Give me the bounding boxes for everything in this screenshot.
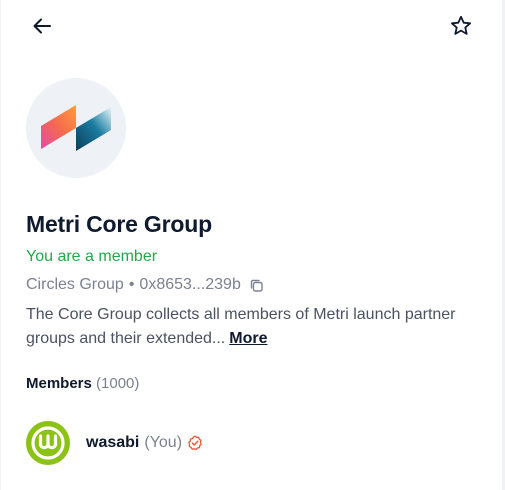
group-meta: Circles Group • 0x8653...239b (26, 276, 264, 294)
members-label: Members (26, 375, 92, 392)
wasabi-avatar-icon (31, 426, 65, 460)
members-count: (1000) (96, 375, 140, 392)
back-button[interactable] (27, 11, 57, 41)
group-type: Circles Group (26, 276, 124, 293)
group-logo (26, 78, 126, 178)
avatar (26, 421, 70, 465)
star-outline-icon (451, 15, 471, 35)
members-heading: Members (1000) (26, 375, 139, 392)
meta-separator: • (128, 276, 135, 293)
group-description: The Core Group collects all members of M… (26, 303, 466, 351)
member-you-label: (You) (144, 434, 183, 451)
member-list-item[interactable]: wasabi (You) (26, 421, 203, 465)
member-name: wasabi (86, 434, 140, 451)
verified-badge (187, 435, 203, 451)
favorite-button[interactable] (446, 11, 476, 41)
page-title: Metri Core Group (26, 211, 212, 237)
metri-logo-icon (41, 105, 111, 151)
membership-status: You are a member (26, 248, 158, 265)
left-edge-divider (0, 0, 1, 490)
copy-address-button[interactable] (249, 278, 264, 293)
group-address: 0x8653...239b (139, 276, 241, 293)
verified-badge-icon (188, 435, 202, 451)
more-link[interactable]: More (229, 330, 267, 347)
copy-icon (250, 279, 263, 292)
arrow-left-icon (33, 18, 51, 34)
